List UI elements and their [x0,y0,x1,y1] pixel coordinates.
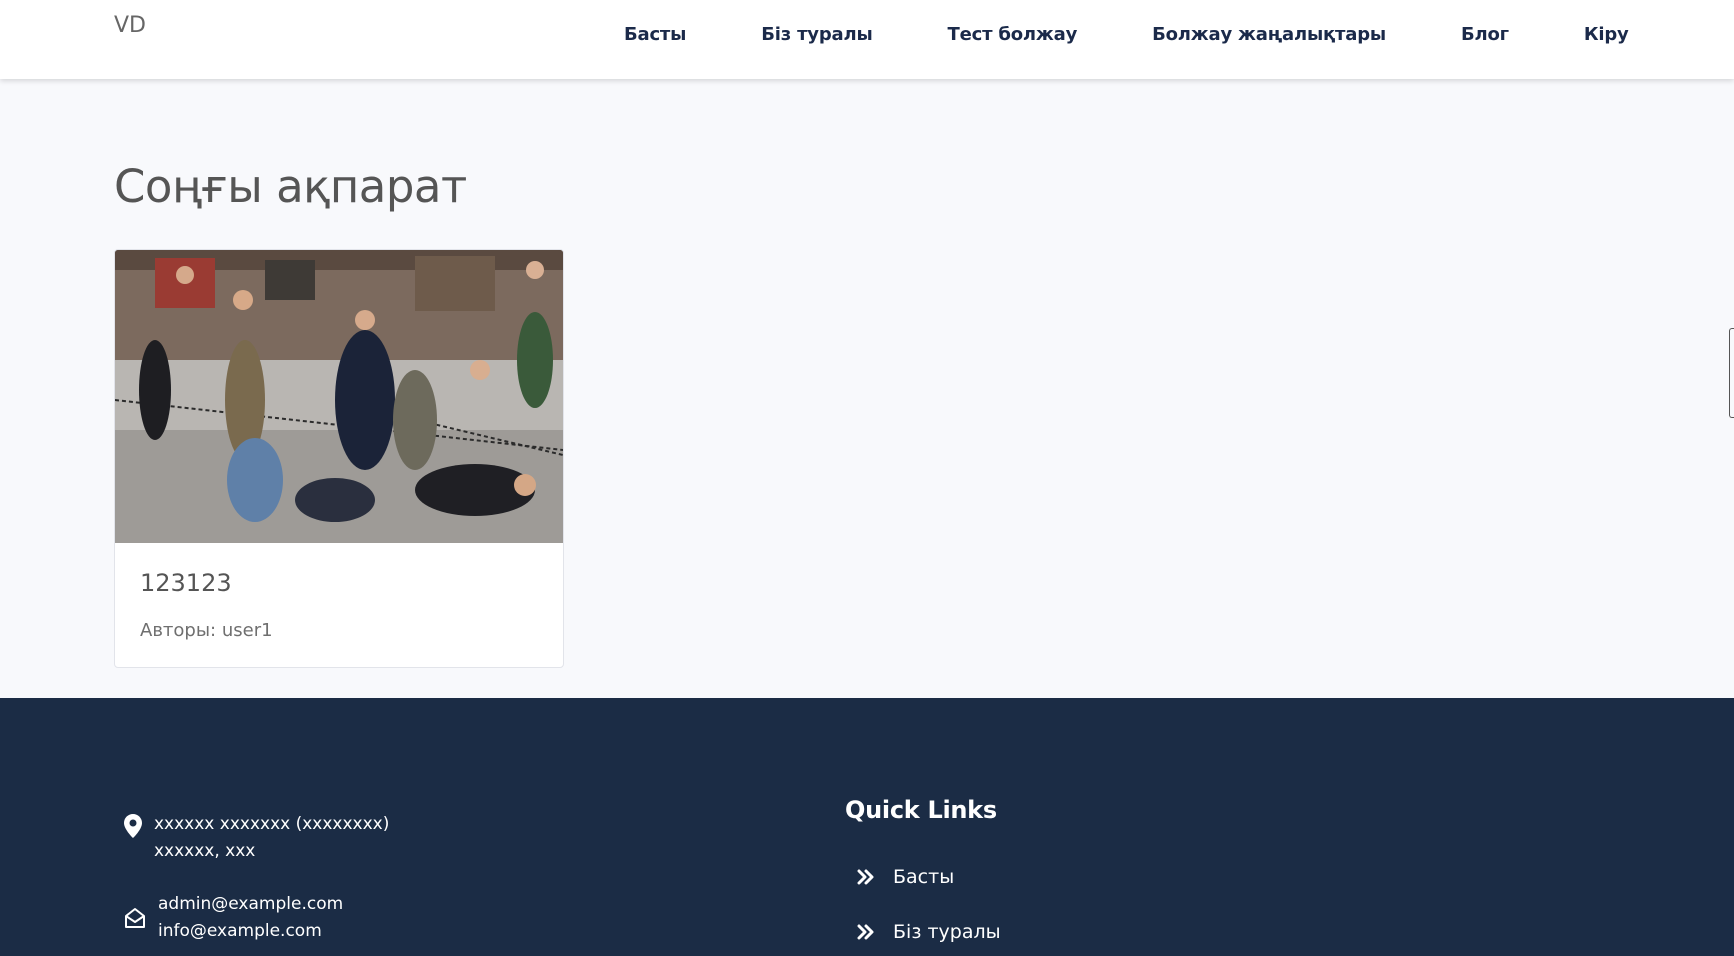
nav-link-about[interactable]: Біз туралы [761,24,872,54]
email-list: admin@example.com info@example.com [158,891,343,945]
news-card[interactable]: 123123 Авторы: user1 [114,249,564,668]
footer-address: xxxxxx xxxxxxx (xxxxxxxx) xxxxxx, xxx [124,811,444,865]
double-chevron-right-icon [857,923,875,941]
double-chevron-right-icon [857,868,875,886]
nav-link-home[interactable]: Басты [624,24,686,54]
nav-link-login[interactable]: Кіру [1584,24,1629,54]
news-card-title[interactable]: 123123 [140,569,232,597]
footer: xxxxxx xxxxxxx (xxxxxxxx) xxxxxx, xxx ad… [0,698,1734,956]
page-title: Соңғы ақпарат [114,160,467,213]
email-admin[interactable]: admin@example.com [158,894,343,914]
news-card-image[interactable] [115,250,563,543]
quick-link-label: Басты [893,866,955,888]
side-scroll-tab[interactable] [1729,328,1734,418]
quick-links-title: Quick Links [845,796,997,824]
email-info[interactable]: info@example.com [158,921,322,941]
envelope-open-icon [124,907,145,945]
quick-link-about[interactable]: Біз туралы [857,921,1001,943]
top-navbar: VD Басты Біз туралы Тест болжау Болжау ж… [0,0,1734,79]
nav-link-predict-news[interactable]: Болжау жаңалықтары [1152,24,1386,54]
news-card-author: Авторы: user1 [140,620,273,641]
quick-link-label: Біз туралы [893,921,1001,943]
nav-link-blog[interactable]: Блог [1461,24,1509,54]
footer-emails: admin@example.com info@example.com [124,891,343,945]
main-nav: Басты Біз туралы Тест болжау Болжау жаңа… [624,24,1629,54]
address-text: xxxxxx xxxxxxx (xxxxxxxx) xxxxxx, xxx [154,814,390,861]
map-pin-icon [124,814,144,865]
nav-link-test-predict[interactable]: Тест болжау [948,24,1078,54]
brand-logo[interactable]: VD [114,13,146,38]
quick-link-home[interactable]: Басты [857,866,954,888]
